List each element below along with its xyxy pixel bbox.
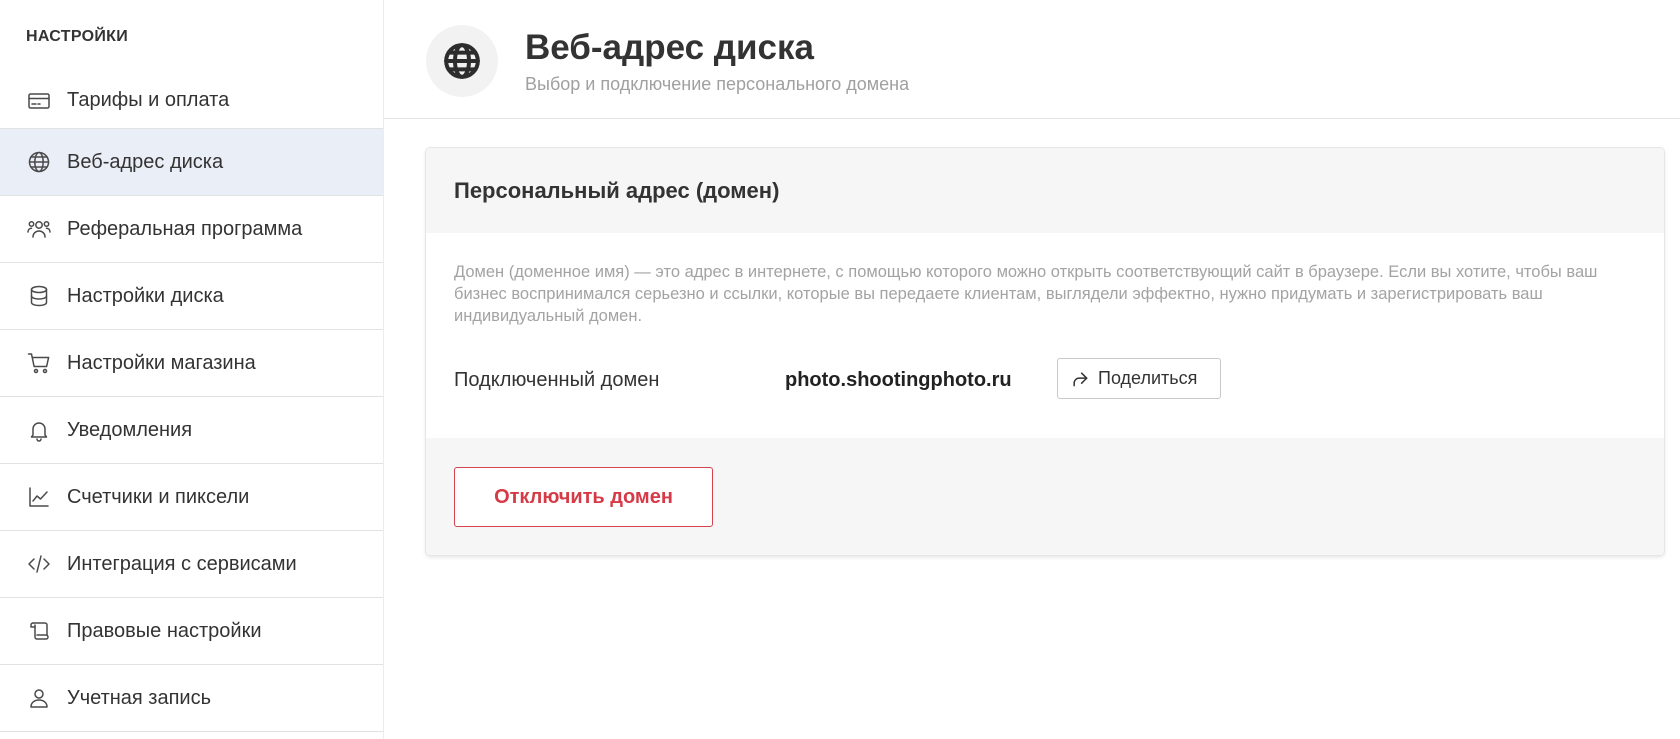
disconnect-domain-button[interactable]: Отключить домен <box>454 467 713 527</box>
domain-value: photo.shootingphoto.ru <box>785 369 1012 391</box>
sidebar-item-legal[interactable]: Правовые настройки <box>0 598 383 665</box>
page-title: Веб-адрес диска <box>525 28 814 67</box>
sidebar-item-counters[interactable]: Счетчики и пиксели <box>0 464 383 531</box>
cart-icon <box>26 350 52 376</box>
share-icon <box>1073 371 1088 386</box>
share-button-label: Поделиться <box>1098 368 1198 388</box>
domain-card: Персональный адрес (домен) Домен (доменн… <box>426 148 1664 555</box>
globe-icon <box>26 149 52 175</box>
sidebar-item-shop-settings[interactable]: Настройки магазина <box>0 330 383 397</box>
page-header: Веб-адрес диска Выбор и подключение перс… <box>384 0 1680 119</box>
sidebar-item-account[interactable]: Учетная запись <box>0 665 383 732</box>
globe-icon <box>426 25 498 97</box>
sidebar-item-notifications[interactable]: Уведомления <box>0 397 383 464</box>
domain-row: Подключенный домен photo.shootingphoto.r… <box>454 358 1634 402</box>
card-footer: Отключить домен <box>426 438 1664 555</box>
code-icon <box>26 551 52 577</box>
share-button[interactable]: Поделиться <box>1057 358 1221 399</box>
sidebar-item-label: Тарифы и оплата <box>67 89 230 111</box>
sidebar-item-label: Учетная запись <box>67 686 212 709</box>
sidebar-item-integrations[interactable]: Интеграция с сервисами <box>0 531 383 598</box>
sidebar-item-label: Настройки магазина <box>67 351 256 374</box>
sidebar-heading: НАСТРОЙКИ <box>26 28 129 45</box>
card-description: Домен (доменное имя) — это адрес в интер… <box>454 263 1598 325</box>
chart-icon <box>26 484 52 510</box>
page-subtitle: Выбор и подключение персонального домена <box>525 74 910 94</box>
sidebar: НАСТРОЙКИ Тарифы и оплата Веб-адрес диск… <box>0 0 384 739</box>
users-icon <box>26 216 52 242</box>
sidebar-item-referral[interactable]: Реферальная программа <box>0 196 383 263</box>
bell-icon <box>26 417 52 443</box>
card-body: Домен (доменное имя) — это адрес в интер… <box>426 233 1664 438</box>
credit-card-icon <box>26 88 52 114</box>
sidebar-item-label: Уведомления <box>67 418 193 441</box>
database-icon <box>26 283 52 309</box>
disconnect-domain-label: Отключить домен <box>494 485 673 508</box>
user-icon <box>26 685 52 711</box>
sidebar-item-tariffs[interactable]: Тарифы и оплата <box>0 73 383 129</box>
sidebar-item-web-address[interactable]: Веб-адрес диска <box>0 129 383 196</box>
scroll-icon <box>26 618 52 644</box>
sidebar-item-label: Реферальная программа <box>67 217 303 240</box>
card-title: Персональный адрес (домен) <box>454 178 780 203</box>
domain-label: Подключенный домен <box>454 369 660 391</box>
sidebar-item-label: Интеграция с сервисами <box>67 552 297 575</box>
sidebar-item-label: Настройки диска <box>67 284 224 307</box>
sidebar-item-disk-settings[interactable]: Настройки диска <box>0 263 383 330</box>
card-header: Персональный адрес (домен) <box>426 148 1664 233</box>
sidebar-item-label: Правовые настройки <box>67 619 262 642</box>
sidebar-item-label: Веб-адрес диска <box>67 150 224 173</box>
sidebar-item-label: Счетчики и пиксели <box>67 485 250 508</box>
